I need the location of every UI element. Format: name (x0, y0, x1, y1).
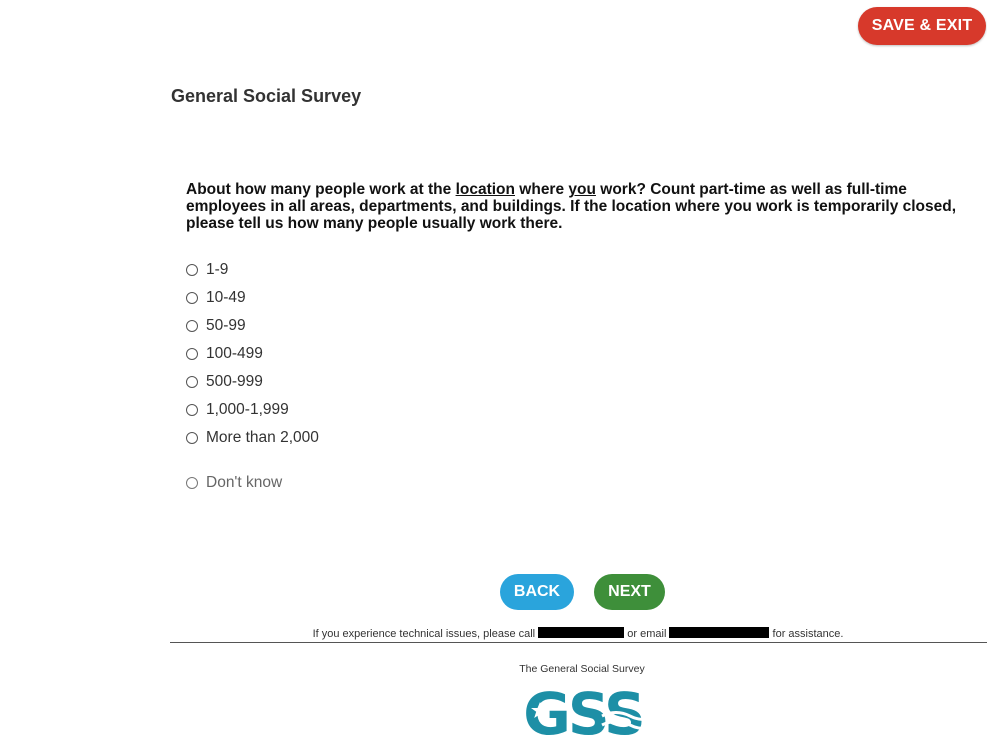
survey-page: SAVE & EXIT General Social Survey About … (0, 0, 987, 738)
radio-button[interactable] (186, 292, 198, 304)
radio-button[interactable] (186, 348, 198, 360)
redacted-email (669, 627, 770, 638)
support-text: If you experience technical issues, plea… (312, 628, 536, 640)
answer-option-dont-know[interactable]: Don't know (186, 469, 282, 497)
question-text-part: where (514, 181, 569, 198)
survey-title: General Social Survey (171, 86, 362, 106)
radio-button[interactable] (186, 404, 198, 416)
footer-divider (170, 642, 987, 643)
you-link[interactable]: you (568, 181, 596, 198)
gss-logo: GSS (523, 680, 654, 738)
answer-option-more-than-2000[interactable]: More than 2,000 (186, 424, 319, 452)
location-link[interactable]: location (456, 181, 515, 198)
radio-button[interactable] (186, 432, 198, 444)
answer-option-500-999[interactable]: 500-999 (186, 368, 319, 396)
answer-option-label: 10-49 (206, 289, 246, 306)
redacted-phone (538, 627, 625, 638)
support-message: If you experience technical issues, plea… (170, 627, 986, 640)
answer-options: 1-9 10-49 50-99 100-499 500-999 1,000-1,… (186, 256, 319, 452)
support-text: or email (627, 628, 667, 640)
answer-option-label: 100-499 (206, 345, 263, 362)
answer-option-10-49[interactable]: 10-49 (186, 284, 319, 312)
answer-option-label: 500-999 (206, 373, 263, 390)
answer-option-label: 50-99 (206, 317, 246, 334)
answer-option-1000-1999[interactable]: 1,000-1,999 (186, 396, 319, 424)
answer-option-50-99[interactable]: 50-99 (186, 312, 319, 340)
radio-button[interactable] (186, 320, 198, 332)
question-text-part: About how many people work at the (186, 181, 456, 198)
radio-button[interactable] (186, 477, 198, 489)
question-text: About how many people work at the locati… (186, 181, 976, 232)
answer-option-1-9[interactable]: 1-9 (186, 256, 319, 284)
answer-option-100-499[interactable]: 100-499 (186, 340, 319, 368)
logo-caption: The General Social Survey (519, 663, 645, 675)
radio-button[interactable] (186, 264, 198, 276)
answer-option-label: 1-9 (206, 261, 229, 278)
answer-option-label: Don't know (206, 474, 283, 491)
next-button[interactable]: NEXT (594, 574, 665, 610)
answer-option-label: More than 2,000 (206, 429, 319, 446)
answer-option-label: 1,000-1,999 (206, 401, 289, 418)
save-exit-button[interactable]: SAVE & EXIT (858, 7, 986, 45)
back-button[interactable]: BACK (500, 574, 574, 610)
support-text: for assistance. (772, 628, 844, 640)
radio-button[interactable] (186, 376, 198, 388)
